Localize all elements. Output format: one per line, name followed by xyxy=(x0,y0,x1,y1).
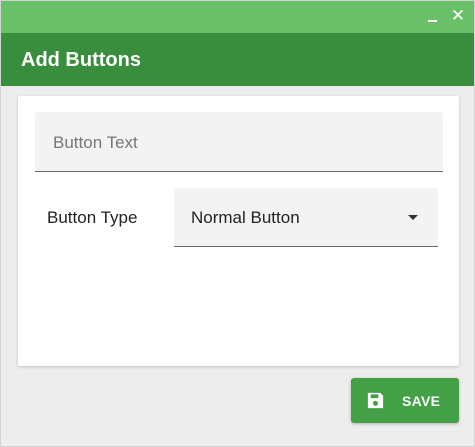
dropdown-arrow-icon xyxy=(408,215,418,220)
close-icon: ✕ xyxy=(450,6,466,25)
save-button-label: SAVE xyxy=(402,393,441,409)
button-text-field[interactable] xyxy=(35,112,443,172)
window-titlebar[interactable]: ✕ xyxy=(1,1,474,33)
button-type-select[interactable]: Normal Button xyxy=(174,188,438,247)
save-button[interactable]: SAVE xyxy=(351,378,459,423)
floppy-disk-icon xyxy=(367,392,384,409)
minimize-button[interactable] xyxy=(426,6,440,26)
close-button[interactable]: ✕ xyxy=(450,6,466,26)
minimize-icon xyxy=(428,20,437,22)
dialog-title: Add Buttons xyxy=(1,33,474,86)
button-type-selected-value: Normal Button xyxy=(191,208,300,227)
dialog-window: ✕ Add Buttons Button Type Normal Button … xyxy=(0,0,475,447)
button-type-label: Button Type xyxy=(47,208,138,227)
form-card: Button Type Normal Button xyxy=(18,96,459,366)
button-text-input[interactable] xyxy=(35,112,443,171)
